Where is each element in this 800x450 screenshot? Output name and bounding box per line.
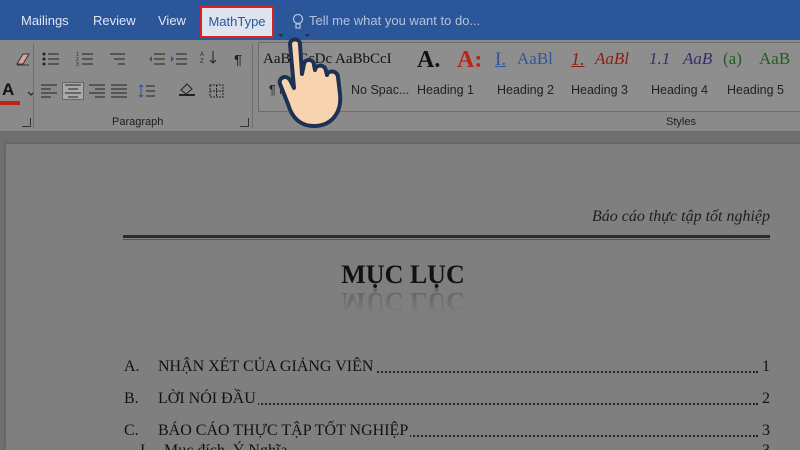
header-rule: [123, 235, 770, 238]
pointing-hand-icon: [277, 34, 343, 128]
group-separator: [33, 44, 34, 128]
toc-page-number: 1: [760, 358, 770, 376]
styles-group-label: Styles: [666, 116, 696, 128]
style-sample: AaBl: [595, 49, 629, 68]
toc-letter: B.: [124, 390, 139, 407]
tab-mathtype[interactable]: MathType: [200, 6, 274, 38]
style-heading-3-sample-a[interactable]: 1.: [571, 43, 597, 113]
style-sample: AaBl: [517, 49, 553, 68]
page-header-text[interactable]: Báo cáo thực tập tốt nghiệp: [592, 208, 770, 226]
style-sample: A:: [457, 47, 483, 73]
toc-entry[interactable]: I. Mục đích, Ý Nghĩa 3: [140, 442, 770, 450]
toc-entry[interactable]: A. NHẬN XÉT CỦA GIẢNG VIÊN 1: [124, 358, 770, 380]
toc-text: BÁO CÁO THỰC TẬP TỐT NGHIỆP: [158, 422, 411, 440]
paragraph-dialog-launcher[interactable]: [240, 118, 249, 127]
numbering-icon[interactable]: 123: [76, 52, 94, 66]
header-rule-thin: [123, 239, 770, 240]
ribbon-tab-bar: Mailings Review View MathType Tell me wh…: [0, 0, 800, 40]
style-heading-2[interactable]: AaBl Heading 2: [497, 43, 575, 113]
borders-icon[interactable]: [208, 84, 226, 98]
style-name: Heading 5: [727, 83, 784, 97]
toc-page-number: 3: [760, 422, 770, 440]
decrease-indent-icon[interactable]: [148, 52, 166, 66]
toc-entry[interactable]: B. LỜI NÓI ĐẦU 2: [124, 390, 770, 412]
toc-letter: I.: [140, 442, 149, 450]
style-sample: AaB: [683, 49, 713, 68]
justify-icon[interactable]: [110, 84, 128, 98]
document-page[interactable]: Báo cáo thực tập tốt nghiệp MỤC LỤC MỤC …: [6, 144, 800, 450]
align-left-icon[interactable]: [40, 84, 58, 98]
svg-text:Z: Z: [200, 59, 204, 64]
shading-icon[interactable]: [178, 82, 196, 96]
tab-mailings[interactable]: Mailings: [21, 8, 69, 34]
svg-text:A: A: [200, 52, 204, 58]
style-sample: 1.: [571, 49, 585, 69]
multilevel-list-icon[interactable]: [108, 52, 126, 66]
lightbulb-icon: [292, 13, 304, 29]
style-heading-5-sample-a[interactable]: (a): [723, 43, 757, 113]
sort-icon[interactable]: AZ: [200, 50, 218, 64]
tab-review[interactable]: Review: [93, 8, 136, 34]
style-sample: AaB: [759, 49, 791, 68]
toc-entry[interactable]: C. BÁO CÁO THỰC TẬP TỐT NGHIỆP 3: [124, 422, 770, 444]
toc-letter: A.: [124, 358, 140, 375]
toc-title-reflection: MỤC LỤC: [341, 287, 465, 316]
clear-format-icon[interactable]: [14, 52, 32, 66]
increase-indent-icon[interactable]: [170, 52, 188, 66]
line-spacing-icon[interactable]: [138, 84, 156, 98]
tell-me-search[interactable]: Tell me what you want to do...: [309, 8, 480, 34]
style-name: Heading 2: [497, 83, 554, 97]
svg-text:3: 3: [76, 62, 79, 66]
style-heading-1-sample-a[interactable]: A. Heading 1: [417, 43, 474, 113]
toc-page-number: 2: [760, 390, 770, 408]
toc-page-number: 3: [760, 442, 770, 450]
pilcrow-icon[interactable]: ¶: [230, 52, 248, 66]
style-name: Heading 4: [651, 83, 708, 97]
font-color-button[interactable]: A: [2, 80, 14, 100]
style-sample: A.: [417, 47, 441, 73]
align-center-icon[interactable]: [62, 82, 84, 100]
style-name: Heading 3: [571, 83, 628, 97]
style-heading-1-sample-b[interactable]: A:: [457, 43, 491, 113]
ribbon: A 123 AZ ¶ Paragraph ¶ AaBbCcI No Spac..…: [0, 40, 800, 132]
style-heading-4-sample-a[interactable]: 1.1: [649, 43, 679, 113]
style-heading-3[interactable]: AaBl Heading 3: [571, 43, 645, 113]
style-heading-4[interactable]: AaB Heading 4: [651, 43, 723, 113]
toc-text: NHẬN XÉT CỦA GIẢNG VIÊN: [158, 358, 376, 376]
font-color-swatch: [0, 101, 20, 105]
toc-text: LỜI NÓI ĐẦU: [158, 390, 258, 408]
svg-text:¶: ¶: [234, 52, 242, 66]
bullets-icon[interactable]: [42, 52, 60, 66]
toc-letter: C.: [124, 422, 139, 439]
align-right-icon[interactable]: [88, 84, 106, 98]
style-heading-5[interactable]: AaB Heading 5: [727, 43, 800, 113]
style-sample: (a): [723, 49, 742, 68]
style-sample: 1.1: [649, 49, 671, 68]
document-area: Báo cáo thực tập tốt nghiệp MỤC LỤC MỤC …: [0, 132, 800, 450]
chevron-down-icon[interactable]: [22, 86, 35, 100]
toc-text: Mục đích, Ý Nghĩa: [164, 442, 290, 450]
tab-view[interactable]: View: [158, 8, 186, 34]
group-separator: [252, 44, 253, 128]
style-sample: I.: [495, 49, 507, 70]
font-dialog-launcher[interactable]: [22, 118, 31, 127]
paragraph-group-label: Paragraph: [112, 116, 164, 128]
